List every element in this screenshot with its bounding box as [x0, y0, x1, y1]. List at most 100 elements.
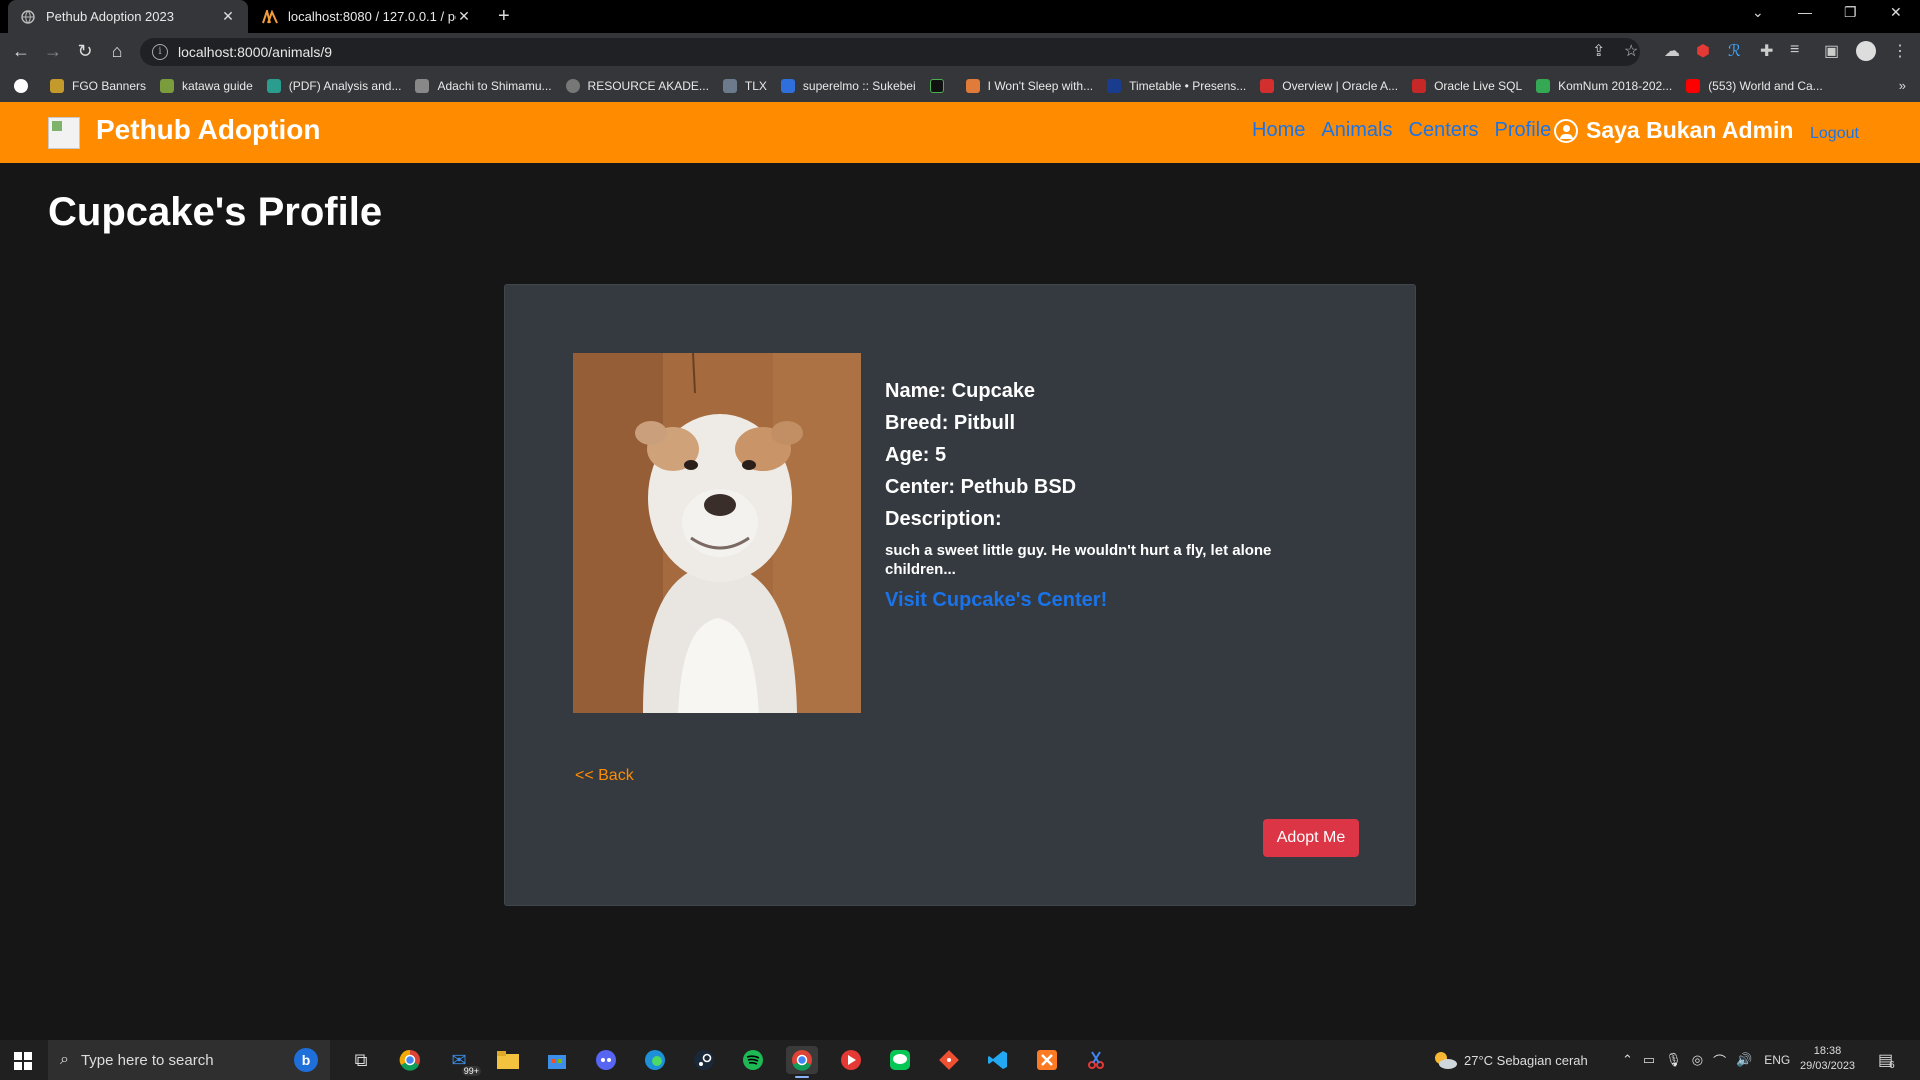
extension-cloud-icon[interactable]: ☁	[1664, 41, 1680, 61]
home-icon[interactable]: ⌂	[106, 41, 128, 62]
bookmark-item[interactable]: Oracle Live SQL	[1412, 79, 1522, 93]
animal-breed: Breed: Pitbull	[885, 412, 1016, 434]
spotify-icon[interactable]	[737, 1046, 769, 1074]
tray-chevron-up-icon[interactable]: ⌃	[1622, 1052, 1633, 1068]
adopt-me-button[interactable]: Adopt Me	[1263, 819, 1359, 857]
chrome-active-icon[interactable]	[786, 1046, 818, 1078]
forward-arrow-icon[interactable]: →	[42, 41, 64, 62]
globe-icon	[20, 9, 36, 25]
windows-start-icon[interactable]	[14, 1052, 32, 1070]
tab-pethub[interactable]: Pethub Adoption 2023 ✕	[8, 0, 248, 33]
page-title: Cupcake's Profile	[48, 190, 383, 234]
weather-widget[interactable]: 27°C Sebagian cerah	[1432, 1040, 1588, 1080]
back-arrow-icon[interactable]: ←	[10, 41, 32, 62]
menu-kebab-icon[interactable]: ⋮	[1892, 41, 1908, 61]
broken-logo-image[interactable]	[48, 117, 80, 149]
bookmark-item[interactable]: Overview | Oracle A...	[1260, 79, 1398, 93]
extensions-puzzle-icon[interactable]: ✚	[1760, 41, 1773, 61]
bookmark-item[interactable]	[929, 79, 952, 93]
nav-animals-link[interactable]: Animals	[1321, 119, 1392, 142]
active-indicator	[795, 1076, 809, 1078]
bookmark-item[interactable]: KomNum 2018-202...	[1536, 79, 1672, 93]
side-panel-icon[interactable]: ▣	[1824, 41, 1839, 61]
bing-icon[interactable]: b	[294, 1048, 318, 1072]
mail-icon[interactable]: ✉ 99+	[443, 1046, 481, 1076]
bookmark-favicon	[1536, 79, 1551, 93]
bookmark-item[interactable]: RESOURCE AKADE...	[565, 79, 709, 93]
bookmark-star-icon[interactable]: ☆	[1624, 41, 1638, 61]
user-menu[interactable]: Saya Bukan Admin	[1554, 117, 1793, 144]
language-indicator[interactable]: ENG	[1764, 1053, 1790, 1067]
wifi-icon[interactable]: ⌒	[1713, 1051, 1726, 1070]
bookmark-favicon	[965, 79, 980, 93]
bookmark-item[interactable]: I Won't Sleep with...	[965, 79, 1093, 93]
line-icon[interactable]	[884, 1046, 916, 1074]
task-view-icon[interactable]: ⧉	[345, 1046, 377, 1074]
taskbar-search[interactable]: ⌕ Type here to search b	[48, 1040, 330, 1080]
more-bookmarks-icon[interactable]: »	[1899, 78, 1906, 93]
address-bar[interactable]: i localhost:8000/animals/9	[140, 38, 1640, 66]
bookmark-favicon	[929, 79, 944, 93]
network-icon[interactable]: ◎	[1692, 1052, 1703, 1068]
back-link[interactable]: << Back	[575, 767, 634, 785]
chrome-icon[interactable]	[394, 1046, 426, 1074]
nav-centers-link[interactable]: Centers	[1409, 119, 1479, 142]
animal-description: such a sweet little guy. He wouldn't hur…	[885, 542, 1272, 578]
store-icon[interactable]	[541, 1046, 573, 1074]
nav-profile-link[interactable]: Profile	[1495, 119, 1552, 142]
close-window-icon[interactable]: ✕	[1890, 4, 1902, 21]
file-explorer-icon[interactable]	[492, 1046, 524, 1074]
bookmark-item[interactable]: Timetable • Presens...	[1107, 79, 1246, 93]
ublock-icon[interactable]: ⬢	[1696, 41, 1710, 61]
logout-link[interactable]: Logout	[1810, 125, 1859, 143]
weather-sun-cloud-icon	[1435, 1052, 1457, 1069]
minimize-icon[interactable]: —	[1798, 4, 1812, 20]
close-tab-icon[interactable]: ✕	[456, 8, 472, 25]
bookmark-favicon	[1260, 79, 1275, 93]
media-player-icon[interactable]	[835, 1046, 867, 1074]
bookmark-item[interactable]: TLX	[722, 79, 767, 93]
speaker-icon[interactable]: 🔊	[1736, 1052, 1752, 1068]
bookmark-item[interactable]: (553) World and Ca...	[1686, 79, 1823, 93]
tab-search-chevron-icon[interactable]: ⌄	[1752, 4, 1764, 21]
vscode-icon[interactable]	[982, 1046, 1014, 1074]
bookmark-item[interactable]: FGO Banners	[50, 79, 146, 93]
bookmark-item[interactable]: katawa guide	[160, 79, 253, 93]
share-icon[interactable]: ⇪	[1592, 41, 1605, 61]
clock-date: 29/03/2023	[1800, 1060, 1856, 1072]
mail-badge: 99+	[461, 1066, 481, 1076]
reload-icon[interactable]: ↻	[74, 41, 96, 62]
profile-avatar-icon[interactable]	[1856, 41, 1876, 61]
reading-list-icon[interactable]: ≡	[1790, 41, 1799, 59]
bookmark-favicon	[722, 79, 737, 93]
nav-home-link[interactable]: Home	[1252, 119, 1305, 142]
bookmark-favicon	[50, 79, 64, 93]
discord-icon[interactable]	[590, 1046, 622, 1074]
visit-center-link[interactable]: Visit Cupcake's Center!	[885, 589, 1305, 612]
brand-title[interactable]: Pethub Adoption	[96, 114, 320, 146]
translate-extension-icon[interactable]: ℛ	[1728, 41, 1741, 61]
steam-icon[interactable]	[688, 1046, 720, 1074]
close-tab-icon[interactable]: ✕	[220, 8, 236, 25]
bookmark-favicon	[160, 79, 175, 93]
snipping-tool-icon[interactable]	[1080, 1046, 1112, 1074]
xampp-icon[interactable]	[1031, 1046, 1063, 1074]
bookmark-favicon	[1412, 79, 1427, 93]
edge-icon[interactable]	[639, 1046, 671, 1074]
description-label: Description:	[885, 508, 1002, 530]
browser-tab-strip: Pethub Adoption 2023 ✕ localhost:8080 / …	[0, 0, 1920, 33]
meet-now-icon[interactable]: ▭	[1643, 1052, 1655, 1068]
git-icon[interactable]	[933, 1046, 965, 1074]
site-info-icon[interactable]: i	[152, 44, 168, 60]
bookmark-item[interactable]: Adachi to Shimamu...	[415, 79, 552, 93]
bookmark-item[interactable]: superelmo :: Sukebei	[780, 79, 916, 93]
clock[interactable]: 18:38 29/03/2023	[1800, 1044, 1855, 1074]
tab-phpmyadmin[interactable]: localhost:8080 / 127.0.0.1 / pethu ✕	[250, 0, 484, 33]
new-tab-icon[interactable]: +	[498, 5, 510, 28]
restore-icon[interactable]: ❐	[1844, 4, 1857, 21]
bookmark-favicon	[266, 79, 281, 93]
bookmark-item[interactable]: (PDF) Analysis and...	[266, 79, 401, 93]
microphone-icon[interactable]: 🎙	[1665, 1052, 1682, 1068]
notification-center-icon[interactable]: ▤ 6	[1878, 1040, 1895, 1080]
google-apps-icon[interactable]	[14, 79, 36, 93]
